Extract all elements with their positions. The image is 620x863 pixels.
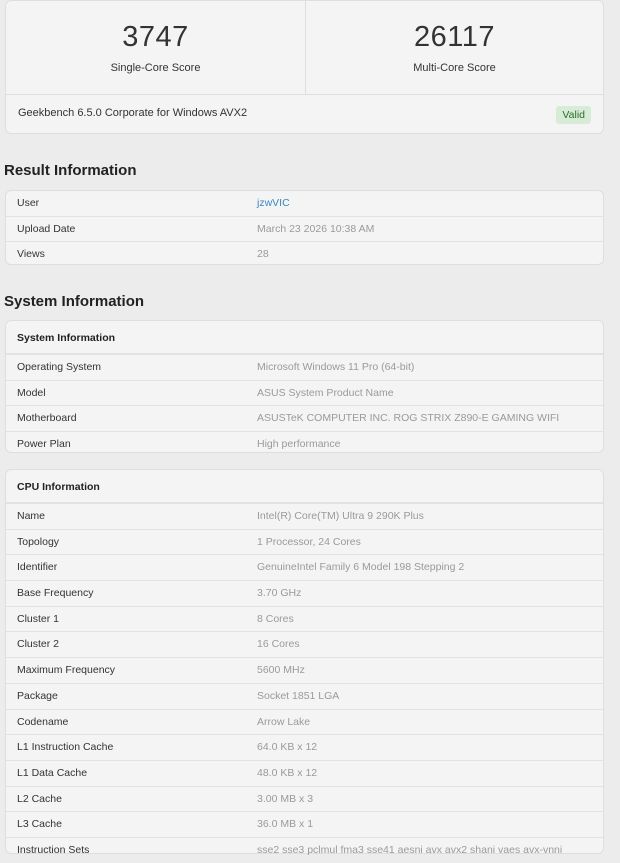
score-footer: Geekbench 6.5.0 Corporate for Windows AV… <box>6 94 603 135</box>
row-value: ASUS System Product Name <box>257 386 394 399</box>
table-row: Cluster 2 16 Cores <box>6 631 603 657</box>
system-information-card: System Information Operating System Micr… <box>5 320 604 453</box>
row-value: March 23 2026 10:38 AM <box>257 222 375 235</box>
table-row: Name Intel(R) Core(TM) Ultra 9 290K Plus <box>6 503 603 529</box>
table-row: Model ASUS System Product Name <box>6 379 603 406</box>
multi-core-value: 26117 <box>414 21 495 53</box>
row-key: L2 Cache <box>17 792 62 805</box>
table-row: Operating System Microsoft Windows 11 Pr… <box>6 354 603 380</box>
multi-core-score: 26117 Multi-Core Score <box>305 1 604 94</box>
table-row: L3 Cache 36.0 MB x 1 <box>6 811 603 837</box>
score-card: 3747 Single-Core Score 26117 Multi-Core … <box>5 0 604 134</box>
row-key: Cluster 1 <box>17 612 60 625</box>
row-key: Operating System <box>17 361 102 373</box>
result-information-card: User jzwVIC Upload Date March 23 2026 10… <box>5 190 604 265</box>
row-key: Name <box>17 510 46 522</box>
row-value: Intel(R) Core(TM) Ultra 9 290K Plus <box>257 510 424 522</box>
row-key: Maximum Frequency <box>17 664 116 677</box>
row-value: 64.0 KB x 12 <box>257 741 318 754</box>
benchmark-version: Geekbench 6.5.0 Corporate for Windows AV… <box>18 107 248 119</box>
row-value: 36.0 MB x 1 <box>257 818 314 831</box>
row-value: Microsoft Windows 11 Pro (64-bit) <box>257 361 415 373</box>
cpu-heading-text: CPU Information <box>17 481 100 493</box>
row-key: Upload Date <box>17 222 76 235</box>
row-key: User <box>17 197 40 209</box>
row-key: Views <box>17 248 45 261</box>
result-information-title: Result Information <box>4 162 137 179</box>
single-core-label: Single-Core Score <box>110 62 201 74</box>
row-value: 1 Processor, 24 Cores <box>257 535 361 548</box>
row-value: 3.00 MB x 3 <box>257 792 314 805</box>
row-key: Motherboard <box>17 412 77 425</box>
table-row: Maximum Frequency 5600 MHz <box>6 657 603 683</box>
row-value: ASUSTeK COMPUTER INC. ROG STRIX Z890-E G… <box>257 412 560 425</box>
table-row: User jzwVIC <box>6 191 603 216</box>
row-key: L3 Cache <box>17 818 62 831</box>
valid-badge: Valid <box>556 106 591 124</box>
row-key: Base Frequency <box>17 587 94 600</box>
row-key: Package <box>17 689 58 702</box>
table-row: Views 28 <box>6 241 603 267</box>
row-key: L1 Instruction Cache <box>17 741 114 754</box>
table-row: L2 Cache 3.00 MB x 3 <box>6 785 603 812</box>
row-value: 3.70 GHz <box>257 587 302 600</box>
single-core-score: 3747 Single-Core Score <box>6 1 306 94</box>
table-row: Package Socket 1851 LGA <box>6 682 603 709</box>
user-link[interactable]: jzwVIC <box>257 197 290 209</box>
row-value: sse2 sse3 pclmul fma3 sse41 aesni avx av… <box>257 843 563 856</box>
cpu-information-card: CPU Information Name Intel(R) Core(TM) Ul… <box>5 469 604 856</box>
multi-core-label: Multi-Core Score <box>413 62 496 74</box>
row-key: L1 Data Cache <box>17 766 88 779</box>
row-key: Instruction Sets <box>17 843 90 856</box>
row-value: 5600 MHz <box>257 664 305 677</box>
system-card-heading: System Information <box>6 321 603 354</box>
row-value: 16 Cores <box>257 638 300 651</box>
table-row: Cluster 1 8 Cores <box>6 605 603 632</box>
table-row: Topology 1 Processor, 24 Cores <box>6 528 603 555</box>
table-row: Base Frequency 3.70 GHz <box>6 580 603 606</box>
table-row: Identifier GenuineIntel Family 6 Model 19… <box>6 554 603 580</box>
row-value: 28 <box>257 248 269 261</box>
table-row: Motherboard ASUSTeK COMPUTER INC. ROG ST… <box>6 405 603 431</box>
table-row: L1 Data Cache 48.0 KB x 12 <box>6 759 603 786</box>
table-row: L1 Instruction Cache 64.0 KB x 12 <box>6 734 603 760</box>
row-value: 48.0 KB x 12 <box>257 766 318 779</box>
system-heading-text: System Information <box>17 332 116 344</box>
row-value: High performance <box>257 438 341 451</box>
row-key: Power Plan <box>17 438 71 451</box>
row-value: GenuineIntel Family 6 Model 198 Stepping… <box>257 561 465 574</box>
table-row: Upload Date March 23 2026 10:38 AM <box>6 215 603 242</box>
row-key: Model <box>17 386 46 399</box>
row-key: Topology <box>17 535 60 548</box>
row-value: 8 Cores <box>257 612 294 625</box>
table-row: Instruction Sets sse2 sse3 pclmul fma3 ss… <box>6 836 603 863</box>
system-information-title: System Information <box>4 293 145 310</box>
cpu-card-heading: CPU Information <box>6 470 603 503</box>
row-key: Cluster 2 <box>17 638 60 651</box>
row-value: Arrow Lake <box>257 715 311 728</box>
table-row: Codename Arrow Lake <box>6 708 603 735</box>
row-value: Socket 1851 LGA <box>257 689 340 702</box>
single-core-value: 3747 <box>122 21 189 53</box>
row-key: Codename <box>17 715 69 728</box>
row-key: Identifier <box>17 561 58 574</box>
table-row: Power Plan High performance <box>6 431 603 457</box>
